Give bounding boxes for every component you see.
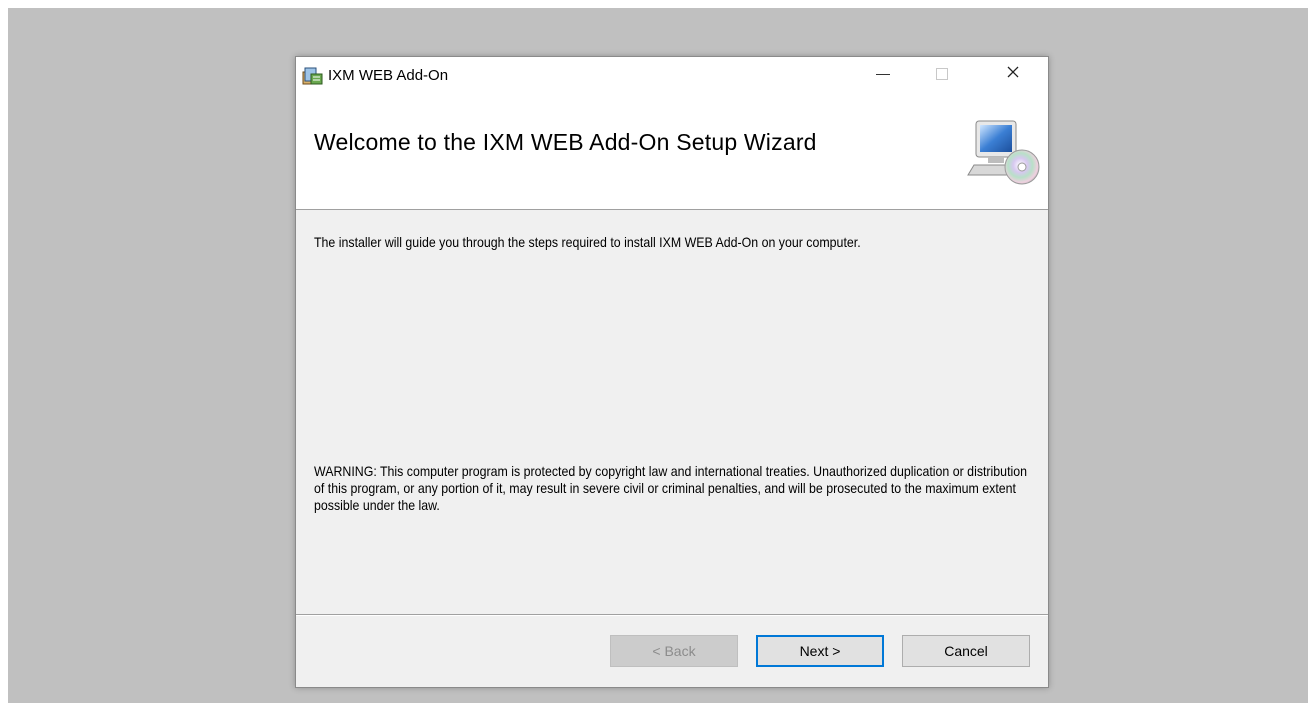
desktop-background: IXM WEB Add-On Welcome to the IXM WEB Ad… (8, 8, 1308, 703)
footer-divider (296, 614, 1048, 616)
close-button[interactable] (990, 57, 1036, 89)
installer-app-icon (302, 67, 323, 85)
cancel-button[interactable]: Cancel (902, 635, 1030, 667)
wizard-header: Welcome to the IXM WEB Add-On Setup Wiza… (296, 97, 1048, 210)
title-bar[interactable]: IXM WEB Add-On (296, 57, 1048, 97)
intro-text: The installer will guide you through the… (314, 235, 861, 250)
wizard-title: Welcome to the IXM WEB Add-On Setup Wiza… (314, 129, 817, 155)
computer-cd-icon (967, 120, 1040, 185)
back-button[interactable]: < Back (610, 635, 738, 667)
close-icon (1007, 66, 1019, 78)
minimize-button[interactable] (860, 57, 906, 89)
window-title: IXM WEB Add-On (328, 67, 449, 84)
next-button[interactable]: Next > (756, 635, 884, 667)
copyright-warning: WARNING: This computer program is protec… (314, 464, 1028, 513)
maximize-button[interactable] (918, 57, 964, 89)
installer-window: IXM WEB Add-On Welcome to the IXM WEB Ad… (295, 56, 1049, 688)
